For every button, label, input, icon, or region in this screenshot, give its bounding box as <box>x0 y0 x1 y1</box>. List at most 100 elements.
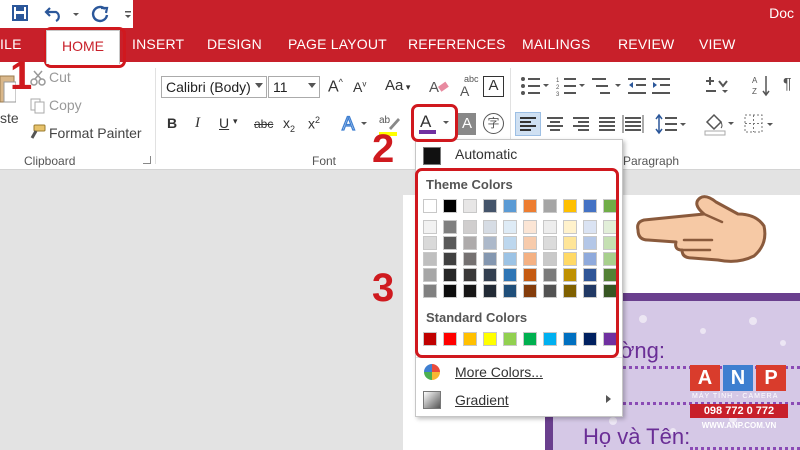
borders-icon[interactable] <box>743 113 775 138</box>
scissors-icon[interactable] <box>30 70 46 89</box>
cut-button[interactable]: Cut <box>49 69 71 85</box>
watermark-phone: 098 772 0 772 <box>690 404 788 418</box>
color-wheel-icon <box>423 363 441 384</box>
undo-dropdown-icon[interactable] <box>66 4 86 24</box>
chevron-down-icon <box>308 83 316 88</box>
bold-button[interactable]: B <box>167 115 177 131</box>
automatic-swatch <box>423 147 441 165</box>
font-name-combo[interactable]: Calibri (Body) <box>161 76 267 98</box>
tab-insert[interactable]: INSERT <box>132 36 184 52</box>
undo-icon[interactable] <box>44 4 64 24</box>
superscript-button[interactable]: x2 <box>308 115 320 132</box>
pointing-hand-icon <box>634 190 774 266</box>
clipboard-launcher-icon[interactable] <box>143 156 151 164</box>
format-painter-button[interactable]: Format Painter <box>49 125 142 141</box>
distributed-icon[interactable] <box>621 113 645 138</box>
gradient-icon <box>423 391 441 409</box>
redo-icon[interactable] <box>90 4 110 24</box>
shrink-font-icon[interactable]: Av <box>353 79 366 95</box>
font-group-label: Font <box>312 154 337 168</box>
shading-icon[interactable] <box>703 112 735 139</box>
more-colors-item[interactable]: More Colors... <box>417 358 621 386</box>
copy-icon[interactable] <box>30 98 46 117</box>
italic-button[interactable]: I <box>195 115 200 132</box>
character-border-icon[interactable]: A <box>483 76 504 97</box>
svg-text:3: 3 <box>556 92 560 96</box>
copy-button[interactable]: Copy <box>49 97 82 113</box>
tab-design[interactable]: DESIGN <box>207 36 262 52</box>
tab-view[interactable]: VIEW <box>699 36 736 52</box>
phonetic-guide-icon[interactable]: abc A <box>458 74 480 101</box>
enclose-characters-icon[interactable]: 字 <box>483 113 504 134</box>
automatic-label: Automatic <box>455 146 518 162</box>
asian-layout-icon[interactable] <box>704 76 730 99</box>
title-bar-accent <box>133 0 800 28</box>
grow-font-icon[interactable]: A^ <box>328 77 343 96</box>
customize-qat-icon[interactable] <box>118 4 138 24</box>
clipboard-group-label: Clipboard <box>24 154 76 168</box>
tab-file[interactable]: ILE <box>0 36 22 52</box>
step-number-2: 2 <box>372 127 395 171</box>
watermark-site: WWW.ANP.COM.VN <box>701 421 777 430</box>
color-palette-highlight <box>415 168 619 358</box>
svg-text:ab: ab <box>379 115 391 126</box>
watermark-tagline: MÁY TÍNH - CAMERA <box>692 393 779 400</box>
save-icon[interactable] <box>10 4 30 24</box>
step-number-1: 1 <box>10 54 33 98</box>
subscript-button[interactable]: x2 <box>283 115 295 134</box>
tab-mailings[interactable]: MAILINGS <box>522 36 591 52</box>
format-painter-icon[interactable] <box>28 124 46 143</box>
tab-home[interactable]: HOME <box>46 30 120 64</box>
svg-text:A: A <box>342 114 355 134</box>
character-shading-icon[interactable]: A <box>458 113 476 135</box>
svg-text:1: 1 <box>556 78 560 84</box>
strikethrough-button[interactable]: abc <box>254 117 273 131</box>
paste-label[interactable]: ste <box>0 110 19 126</box>
show-marks-icon[interactable]: ¶ <box>783 76 792 94</box>
change-case-button[interactable]: Aa ▾ <box>385 77 410 94</box>
document-text-line[interactable]: ờng: <box>620 338 665 364</box>
tab-page-layout[interactable]: PAGE LAYOUT <box>288 36 387 52</box>
logo-letter-p: P <box>756 365 786 391</box>
font-name-value: Calibri (Body) <box>166 79 251 95</box>
more-colors-label: More Colors... <box>455 364 543 380</box>
align-center-icon[interactable] <box>543 113 567 138</box>
group-separator <box>155 68 156 164</box>
chevron-down-icon <box>255 83 263 88</box>
align-left-icon[interactable] <box>515 112 541 136</box>
logo-letter-a: A <box>690 365 720 391</box>
automatic-color-item[interactable]: Automatic <box>417 141 621 169</box>
paragraph-group-label: Paragraph <box>623 154 680 168</box>
font-color-highlight <box>411 104 458 142</box>
bullets-icon[interactable] <box>520 76 550 99</box>
sort-icon[interactable]: AZ <box>752 74 772 101</box>
font-size-value: 11 <box>273 79 288 95</box>
tab-references[interactable]: REFERENCES <box>408 36 506 52</box>
svg-text:A: A <box>752 76 758 85</box>
document-text-line[interactable]: Họ và Tên: <box>583 424 690 450</box>
align-right-icon[interactable] <box>569 113 593 138</box>
underline-button[interactable]: U <box>219 115 229 131</box>
font-size-combo[interactable]: 11 <box>268 76 320 98</box>
underline-dropdown-icon[interactable]: ▾ <box>233 116 238 127</box>
svg-text:A: A <box>429 79 439 96</box>
increase-indent-icon[interactable] <box>652 76 672 99</box>
numbering-icon[interactable]: 123 <box>556 76 586 99</box>
ribbon: ste Cut Copy Format Painter Clipboard Ca… <box>0 62 800 170</box>
text-effects-icon[interactable]: A <box>341 112 371 137</box>
multilevel-list-icon[interactable] <box>592 76 622 99</box>
window-title: Doc <box>769 5 794 21</box>
decrease-indent-icon[interactable] <box>628 76 648 99</box>
step-number-3: 3 <box>372 266 395 310</box>
clear-formatting-icon[interactable]: A <box>428 76 450 101</box>
anp-watermark: A N P MÁY TÍNH - CAMERA 098 772 0 772 WW… <box>690 365 790 437</box>
logo-letter-n: N <box>723 365 753 391</box>
svg-text:A: A <box>460 83 470 98</box>
tab-review[interactable]: REVIEW <box>618 36 674 52</box>
line-spacing-icon[interactable] <box>655 113 687 138</box>
svg-text:Z: Z <box>752 87 757 96</box>
title-bar: Doc <box>0 0 800 28</box>
justify-icon[interactable] <box>595 113 619 138</box>
change-case-label: Aa <box>385 77 404 94</box>
gradient-item[interactable]: Gradient <box>417 386 621 414</box>
